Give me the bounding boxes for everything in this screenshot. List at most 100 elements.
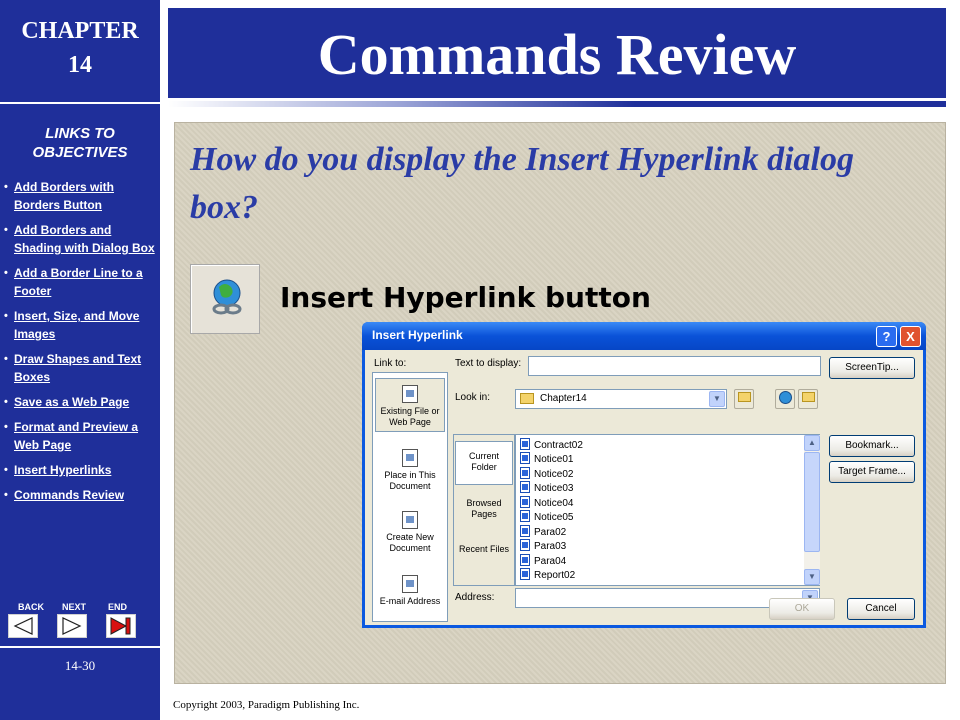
- list-item[interactable]: Para03: [520, 539, 566, 553]
- up-folder-icon: [737, 392, 751, 402]
- objective-link-label[interactable]: Draw Shapes and Text Boxes: [14, 352, 141, 384]
- place-in-document-icon: [402, 449, 418, 467]
- file-name: Para04: [534, 556, 567, 567]
- list-item[interactable]: Contract02: [520, 438, 583, 452]
- file-name: Notice05: [534, 512, 574, 523]
- chapter-heading: CHAPTER 14: [0, 14, 160, 82]
- screentip-button[interactable]: ScreenTip...: [829, 357, 915, 379]
- scroll-down-icon[interactable]: ▼: [804, 569, 820, 585]
- objective-link[interactable]: Add Borders with Borders Button: [4, 178, 158, 214]
- list-item[interactable]: Para02: [520, 525, 566, 539]
- title-underline: [168, 101, 946, 107]
- chapter-label: CHAPTER: [21, 18, 139, 44]
- list-item[interactable]: Report02: [520, 568, 575, 582]
- objective-link[interactable]: Insert Hyperlinks: [4, 461, 158, 479]
- link-item-label: Place in This Document: [384, 470, 436, 491]
- create-new-document-icon: [402, 511, 418, 529]
- word-doc-icon: [520, 452, 530, 464]
- link-create-new-document[interactable]: Create New Document: [375, 507, 445, 557]
- copyright: Copyright 2003, Paradigm Publishing Inc.: [173, 699, 360, 711]
- word-doc-icon: [520, 481, 530, 493]
- help-button[interactable]: ?: [876, 326, 897, 347]
- list-item[interactable]: Notice02: [520, 467, 573, 481]
- look-in-label: Look in:: [455, 392, 491, 403]
- objective-link[interactable]: Format and Preview a Web Page: [4, 418, 158, 454]
- review-question: How do you display the Insert Hyperlink …: [190, 141, 854, 226]
- tab-browsed-pages[interactable]: Browsed Pages: [455, 491, 513, 531]
- chapter-number: 14: [68, 52, 92, 78]
- objective-link[interactable]: Add Borders and Shading with Dialog Box: [4, 221, 158, 257]
- word-doc-icon: [520, 496, 530, 508]
- back-button[interactable]: [8, 614, 38, 638]
- file-name: Notice02: [534, 469, 574, 480]
- file-name: Para03: [534, 541, 567, 552]
- objective-link[interactable]: Draw Shapes and Text Boxes: [4, 350, 158, 386]
- objective-link-label[interactable]: Format and Preview a Web Page: [14, 420, 138, 452]
- word-doc-icon: [520, 568, 530, 580]
- objective-link-label[interactable]: Insert, Size, and Move Images: [14, 309, 139, 341]
- file-name: Notice04: [534, 498, 574, 509]
- next-button[interactable]: [57, 614, 87, 638]
- next-label: NEXT: [62, 602, 87, 612]
- objective-link-label[interactable]: Commands Review: [14, 488, 124, 502]
- link-place-in-document[interactable]: Place in This Document: [375, 445, 445, 495]
- title-bar: Commands Review: [168, 8, 946, 98]
- objective-link-label[interactable]: Add Borders and Shading with Dialog Box: [14, 223, 155, 255]
- list-item[interactable]: Para04: [520, 554, 566, 568]
- close-button[interactable]: X: [900, 326, 921, 347]
- list-item[interactable]: Notice03: [520, 481, 573, 495]
- up-folder-button[interactable]: [734, 389, 754, 409]
- word-doc-icon: [520, 467, 530, 479]
- link-existing-file[interactable]: Existing File or Web Page: [375, 378, 445, 432]
- sidebar-divider: [0, 646, 160, 648]
- page-title: Commands Review: [317, 22, 797, 87]
- look-in-select[interactable]: Chapter14 ▼: [515, 389, 727, 409]
- ok-button[interactable]: OK: [769, 598, 835, 620]
- objective-links: Add Borders with Borders Button Add Bord…: [4, 178, 158, 511]
- objective-link[interactable]: Commands Review: [4, 486, 158, 504]
- browse-web-button[interactable]: [775, 389, 795, 409]
- file-name: Contract02: [534, 440, 583, 451]
- objective-link[interactable]: Insert, Size, and Move Images: [4, 307, 158, 343]
- cancel-button[interactable]: Cancel: [847, 598, 915, 620]
- objective-link[interactable]: Save as a Web Page: [4, 393, 158, 411]
- dialog-title-bar: Insert Hyperlink ? X: [362, 322, 926, 350]
- end-label: END: [108, 602, 128, 612]
- address-label: Address:: [455, 592, 495, 603]
- look-in-value: Chapter14: [540, 393, 587, 404]
- nav-labels: BACK NEXT END: [0, 602, 160, 614]
- link-to-bar: Existing File or Web Page Place in This …: [372, 372, 448, 622]
- file-list: Contract02 Notice01 Notice02 Notice03 No…: [515, 434, 820, 586]
- objective-link-label[interactable]: Add a Border Line to a Footer: [14, 266, 143, 298]
- list-item[interactable]: Notice05: [520, 510, 573, 524]
- list-item[interactable]: Notice04: [520, 496, 573, 510]
- objective-link-label[interactable]: Insert Hyperlinks: [14, 463, 111, 477]
- scroll-thumb[interactable]: [804, 452, 820, 552]
- scroll-up-icon[interactable]: ▲: [804, 435, 820, 451]
- list-item[interactable]: Notice01: [520, 452, 573, 466]
- objective-link-label[interactable]: Add Borders with Borders Button: [14, 180, 114, 212]
- back-arrow-icon: [13, 617, 33, 635]
- text-to-display-input[interactable]: [528, 356, 821, 376]
- folder-icon: [520, 393, 534, 404]
- tab-recent-files[interactable]: Recent Files: [455, 537, 513, 577]
- bookmark-button[interactable]: Bookmark...: [829, 435, 915, 457]
- tab-current-folder[interactable]: Current Folder: [455, 441, 513, 485]
- end-button[interactable]: [106, 614, 136, 638]
- dialog-body: Link to: Text to display: ScreenTip... L…: [365, 350, 923, 625]
- target-frame-button[interactable]: Target Frame...: [829, 461, 915, 483]
- link-email-address[interactable]: E-mail Address: [375, 571, 445, 617]
- look-in-tabs: Current Folder Browsed Pages Recent File…: [453, 434, 515, 586]
- objective-link[interactable]: Add a Border Line to a Footer: [4, 264, 158, 300]
- browse-web-icon: [778, 391, 792, 404]
- file-name: Notice03: [534, 483, 574, 494]
- insert-hyperlink-icon: [212, 279, 242, 315]
- word-doc-icon: [520, 525, 530, 537]
- link-to-label: Link to:: [374, 358, 407, 369]
- file-name: Notice01: [534, 454, 574, 465]
- objective-link-label[interactable]: Save as a Web Page: [14, 395, 129, 409]
- browse-file-button[interactable]: [798, 389, 818, 409]
- chevron-down-icon[interactable]: ▼: [709, 391, 725, 407]
- back-label: BACK: [18, 602, 44, 612]
- file-list-scrollbar[interactable]: ▲ ▼: [804, 435, 820, 585]
